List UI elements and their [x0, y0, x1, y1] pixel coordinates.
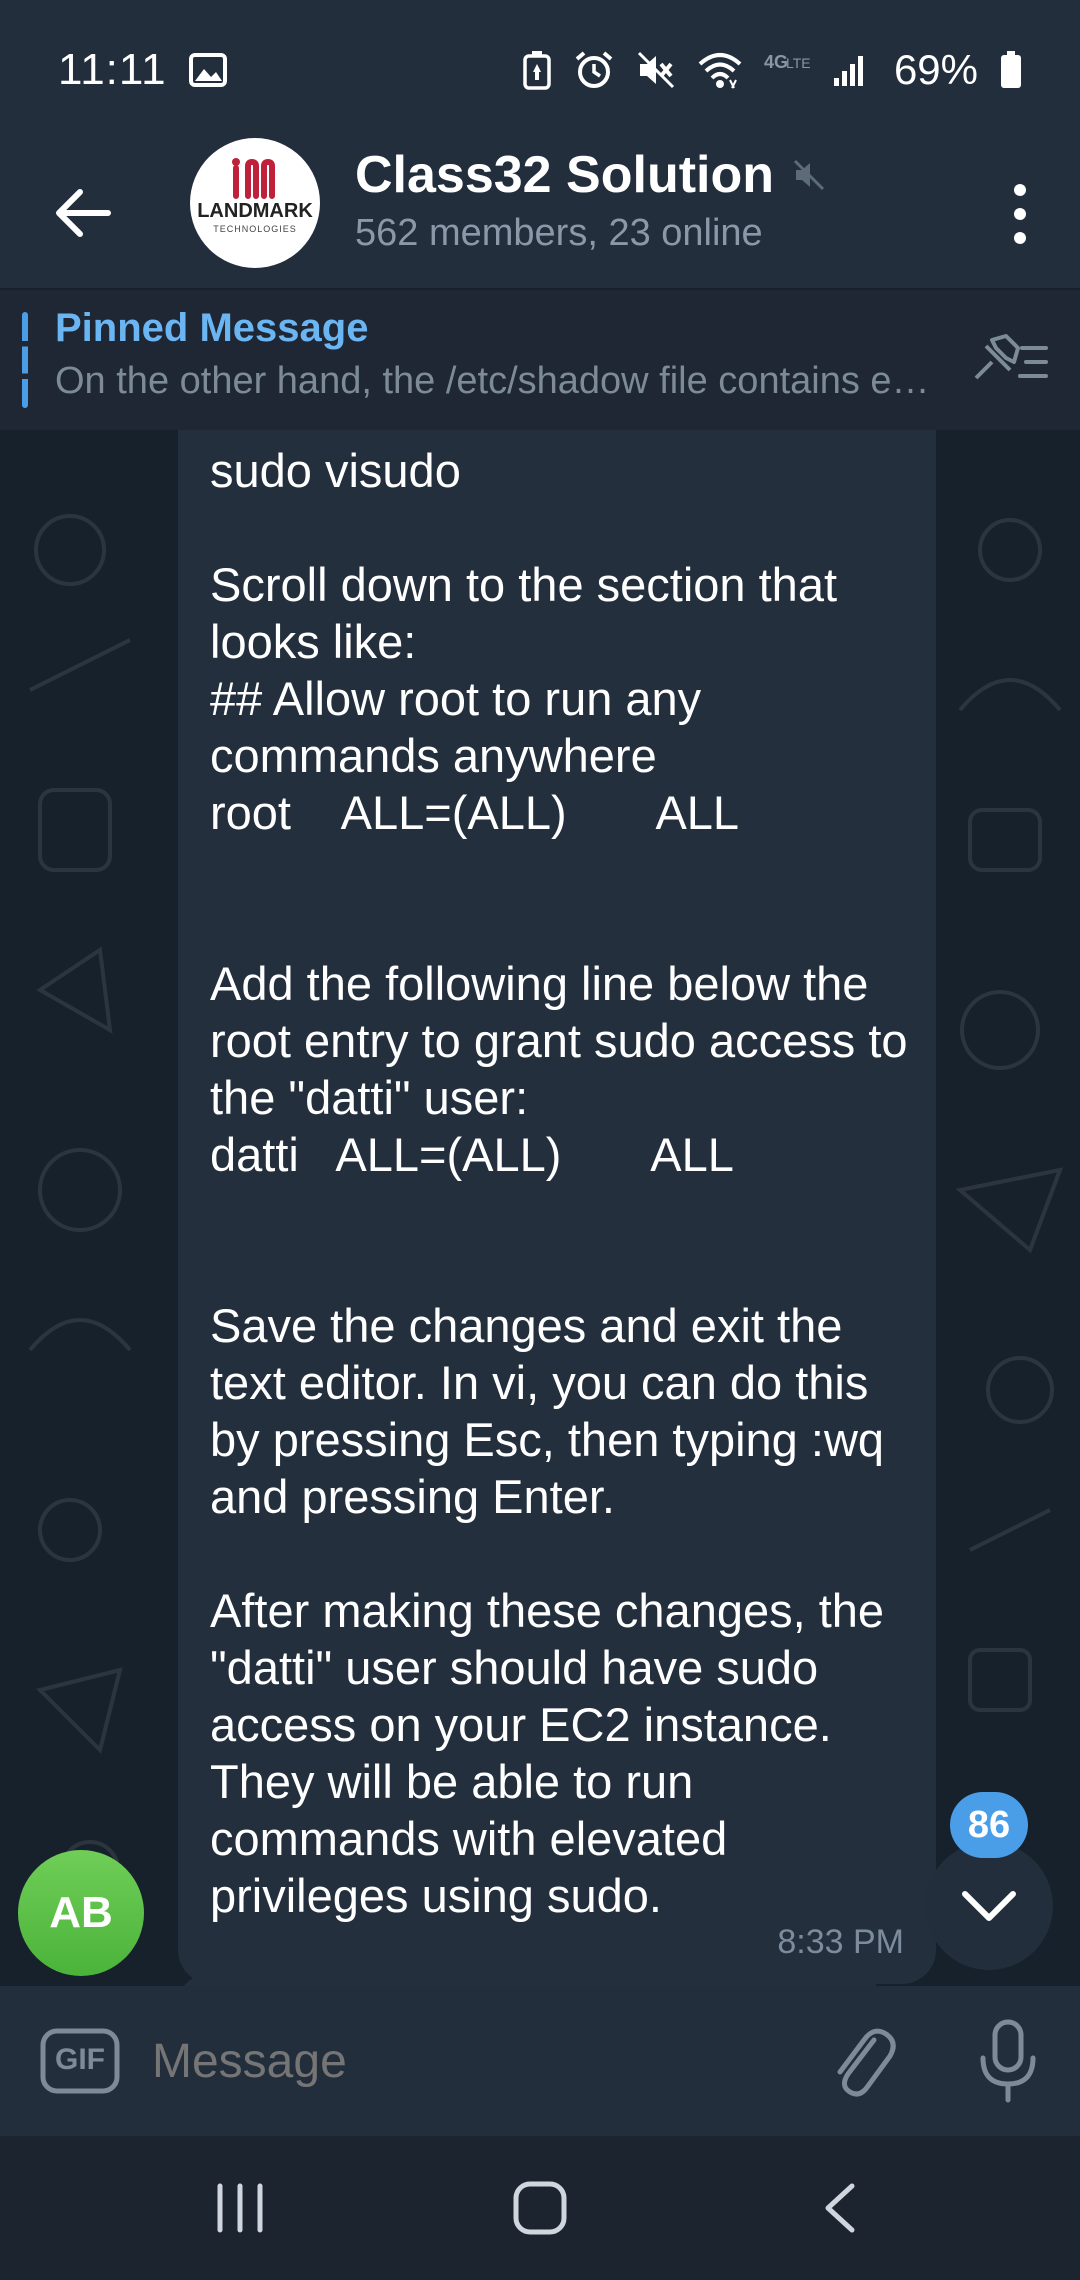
- message-time: 8:33 PM: [777, 1923, 904, 1961]
- message-composer: GIF: [0, 1986, 1080, 2136]
- more-menu-button[interactable]: [1000, 176, 1040, 252]
- back-button[interactable]: [50, 180, 116, 246]
- scroll-down-button[interactable]: [925, 1842, 1053, 1970]
- alarm-icon: [574, 50, 614, 90]
- gif-button[interactable]: GIF: [40, 2028, 120, 2094]
- svg-text:4G: 4G: [764, 52, 788, 72]
- voice-record-button[interactable]: [975, 2016, 1041, 2106]
- gif-label: GIF: [55, 2043, 105, 2076]
- group-info[interactable]: Class32 Solution 562 members, 23 online: [355, 140, 826, 255]
- recent-apps-button[interactable]: [200, 2178, 280, 2238]
- group-subtitle: 562 members, 23 online: [355, 212, 763, 254]
- chevron-left-icon: [825, 2183, 855, 2233]
- arrow-left-icon: [56, 189, 111, 237]
- back-nav-button[interactable]: [800, 2178, 880, 2238]
- sender-avatar[interactable]: AB: [18, 1850, 144, 1976]
- pinned-title: Pinned Message: [55, 306, 369, 350]
- group-title: Class32 Solution: [355, 146, 774, 204]
- next-message-bubble-edge: [178, 1974, 883, 1986]
- microphone-icon: [980, 2019, 1036, 2103]
- muted-icon: [793, 159, 825, 191]
- signal-icon: [832, 52, 868, 88]
- pinned-text: On the other hand, the /etc/shadow file …: [55, 360, 935, 402]
- background-doodle-left-icon: [28, 514, 132, 1900]
- home-button[interactable]: [500, 2178, 580, 2238]
- avatar-logo-subtext: TECHNOLOGIES: [213, 224, 297, 234]
- home-icon: [513, 2181, 567, 2235]
- chat-area[interactable]: sudo visudo Scroll down to the section t…: [0, 430, 1080, 1986]
- wifi-icon: [698, 50, 742, 90]
- battery-saver-icon: [522, 50, 552, 90]
- paperclip-icon: [837, 2028, 896, 2097]
- svg-text:LTE: LTE: [786, 55, 810, 71]
- mute-icon: [636, 50, 676, 90]
- message-input[interactable]: [150, 2026, 794, 2098]
- message-bubble[interactable]: sudo visudo Scroll down to the section t…: [178, 430, 936, 1984]
- battery-icon: [1000, 51, 1022, 89]
- avatar-logo-text: LANDMARK: [197, 200, 313, 222]
- unread-count-badge: 86: [950, 1792, 1028, 1858]
- pinned-message-bar[interactable]: Pinned Message On the other hand, the /e…: [0, 288, 1080, 432]
- background-doodle-right-icon: [955, 518, 1064, 1712]
- pinned-list-button[interactable]: [970, 326, 1050, 396]
- status-bar: 11:11 4G LTE 69%: [0, 0, 1080, 140]
- image-icon: [188, 53, 227, 87]
- group-avatar[interactable]: LANDMARK TECHNOLOGIES: [190, 138, 320, 268]
- system-nav-bar: [0, 2136, 1080, 2280]
- chevron-down-icon: [962, 1891, 1016, 1921]
- message-text: sudo visudo Scroll down to the section t…: [210, 444, 908, 1922]
- battery-percent: 69%: [893, 46, 978, 93]
- pinned-indicator: [22, 312, 28, 408]
- lte-icon: 4G LTE: [764, 50, 810, 90]
- recent-apps-icon: [217, 2183, 263, 2233]
- more-vertical-icon: [1014, 184, 1026, 244]
- pin-list-icon: [974, 334, 1048, 380]
- chat-header: LANDMARK TECHNOLOGIES Class32 Solution 5…: [0, 138, 1080, 288]
- status-time: 11:11: [58, 45, 167, 94]
- attach-button[interactable]: [830, 2018, 896, 2104]
